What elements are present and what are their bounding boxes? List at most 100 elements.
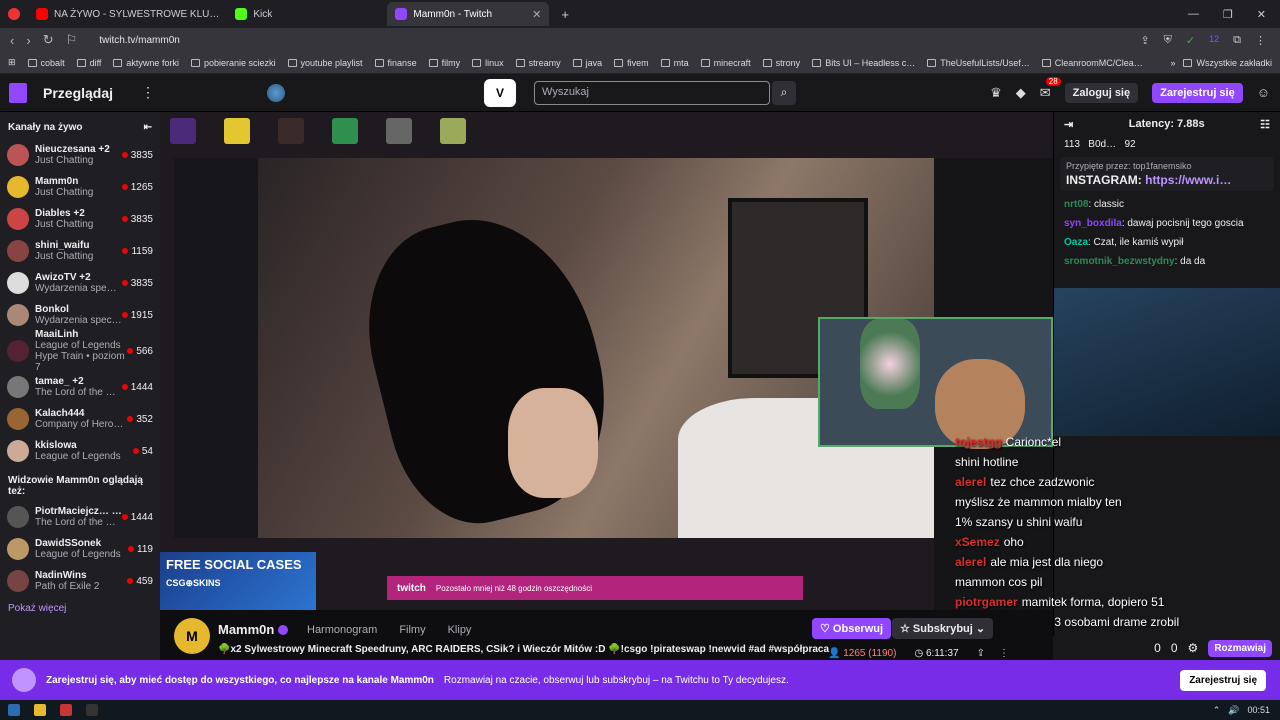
inbox-icon[interactable]: ✉ 28: [1040, 76, 1061, 101]
tab-youtube[interactable]: NA ŻYWO - SYLWESTROWE KLU…: [28, 2, 227, 26]
puzzle-icon[interactable]: ⧉: [1233, 34, 1241, 47]
more-menu-icon[interactable]: ⋮: [141, 84, 155, 101]
bookmark-item[interactable]: filmy: [428, 58, 460, 68]
search-icon[interactable]: ⌕: [772, 80, 797, 105]
globe-icon[interactable]: [267, 83, 286, 102]
bookmark-item[interactable]: diff: [76, 58, 101, 68]
tab-clips[interactable]: Klipy: [448, 624, 472, 636]
bookmark-item[interactable]: linux: [472, 58, 504, 68]
extension-badge[interactable]: 12: [1209, 34, 1219, 47]
chat-username[interactable]: sromotnik_bezwstydny: [1064, 256, 1175, 267]
bits-icon[interactable]: ◆: [1016, 85, 1026, 101]
pinned-message[interactable]: Przypięte przez: top1fanemsiko INSTAGRAM…: [1060, 157, 1274, 191]
new-tab-button[interactable]: +: [561, 7, 569, 22]
channel-avatar[interactable]: M: [174, 618, 210, 654]
bookmark-item[interactable]: aktywne forki: [113, 58, 179, 68]
chat-username[interactable]: syn_boxdila: [1064, 218, 1122, 229]
apps-icon[interactable]: ⊞: [8, 57, 16, 68]
search-input[interactable]: Wyszukaj: [534, 80, 771, 105]
minimize-icon[interactable]: —: [1188, 8, 1199, 21]
bookmark-item[interactable]: cobalt: [27, 58, 65, 68]
browser-taskbar-icon[interactable]: [60, 704, 72, 716]
share-icon[interactable]: ⇪: [1140, 34, 1149, 47]
close-tab-icon[interactable]: ✕: [532, 8, 541, 21]
signup-banner-button[interactable]: Zarejestruj się: [1180, 669, 1266, 691]
bookmark-item[interactable]: java: [572, 58, 602, 68]
check-icon[interactable]: ✓: [1186, 34, 1195, 47]
bookmark-item[interactable]: minecraft: [700, 58, 751, 68]
sidebar-channel[interactable]: DawidSSonek League of Legends 119: [0, 533, 160, 565]
chat-username[interactable]: nrt08: [1064, 199, 1088, 210]
more-bookmarks-icon[interactable]: »: [1170, 58, 1175, 68]
bookmark-item[interactable]: mta: [660, 58, 689, 68]
sidebar-channel[interactable]: Diables +2 Just Chatting 3835: [0, 203, 160, 235]
bookmark-item[interactable]: pobieranie sciezki: [190, 58, 276, 68]
bookmark-item[interactable]: CleanroomMC/Clea…: [1041, 58, 1143, 68]
crown-icon[interactable]: ♛: [990, 85, 1002, 101]
channel-avatar: [7, 538, 29, 560]
sidebar-channel[interactable]: Bonkol Wydarzenia spec… 1915: [0, 299, 160, 331]
folder-icon: [614, 58, 624, 67]
bookmark-icon[interactable]: ⚐: [66, 32, 78, 48]
forward-icon[interactable]: ›: [26, 33, 30, 48]
sidebar-channel[interactable]: Nieuczesana +2 Just Chatting 3835: [0, 139, 160, 171]
share-icon[interactable]: ⇪: [977, 648, 985, 659]
sidebar-channel[interactable]: NadinWins Path of Exile 2 459: [0, 565, 160, 597]
login-button[interactable]: Zaloguj się: [1064, 82, 1139, 103]
tab-kick[interactable]: Kick: [227, 2, 387, 26]
channel-name: kkislowa: [35, 440, 77, 451]
collapse-chat-icon[interactable]: ⇥: [1064, 118, 1073, 131]
url-field[interactable]: twitch.tv/mamm0n: [99, 35, 180, 46]
sidebar-channel[interactable]: MaaiLinh League of Legends Hype Train • po…: [0, 329, 160, 373]
collapse-sidebar-icon[interactable]: ⇤: [144, 122, 152, 133]
settings-icon[interactable]: ⚙: [1188, 641, 1199, 655]
chat-button[interactable]: Rozmawiaj: [1208, 639, 1272, 657]
browser-menu-icon[interactable]: [8, 8, 20, 20]
shield-icon[interactable]: ⛨: [1164, 34, 1172, 47]
chat-username[interactable]: Oaza: [1064, 237, 1088, 248]
windows-start-icon[interactable]: [8, 704, 20, 716]
browse-link[interactable]: Przeglądaj: [43, 85, 113, 101]
bookmark-item[interactable]: streamy: [515, 58, 561, 68]
bookmark-item[interactable]: youtube playlist: [287, 58, 363, 68]
user-icon[interactable]: ☺: [1257, 85, 1270, 100]
tab-twitch[interactable]: Mamm0n - Twitch ✕: [387, 2, 550, 26]
tray-icon[interactable]: ⌃: [1213, 705, 1221, 716]
twitch-logo-icon[interactable]: [9, 82, 27, 103]
users-icon[interactable]: ☷: [1260, 118, 1270, 131]
show-more-link[interactable]: Pokaż więcej: [0, 597, 160, 620]
file-explorer-icon[interactable]: [34, 704, 46, 716]
bookmark-item[interactable]: TheUsefulLists/Usef…: [927, 58, 1030, 68]
reload-icon[interactable]: ↻: [43, 32, 54, 48]
app-taskbar-icon[interactable]: [86, 704, 98, 716]
sidebar-channel[interactable]: AwizoTV +2 Wydarzenia spe… 3835: [0, 267, 160, 299]
sidebar-channel[interactable]: Mamm0n Just Chatting 1265: [0, 171, 160, 203]
maximize-icon[interactable]: ❐: [1223, 8, 1233, 21]
tab-schedule[interactable]: Harmonogram: [307, 624, 377, 636]
signup-button[interactable]: Zarejestruj się: [1152, 82, 1243, 103]
sidebar-channel[interactable]: kkislowa League of Legends 54: [0, 435, 160, 467]
back-icon[interactable]: ‹: [10, 33, 14, 48]
tab-videos[interactable]: Filmy: [399, 624, 425, 636]
follow-button[interactable]: ♡ Obserwuj: [812, 618, 892, 639]
subscribe-button[interactable]: ☆ Subskrybuj ⌄: [892, 618, 994, 639]
channel-name[interactable]: Mamm0n: [218, 622, 274, 637]
chat-message: syn_boxdila: dawaj pocisnij tego goscia: [1054, 214, 1280, 233]
site-logo-icon[interactable]: V: [484, 78, 517, 107]
sponsor-promo[interactable]: FREE SOCIAL CASES CSG⊕SKINS: [160, 552, 316, 610]
close-window-icon[interactable]: ✕: [1257, 8, 1266, 21]
menu-icon[interactable]: ⋮: [1255, 34, 1266, 47]
pinned-link[interactable]: https://www.i…: [1145, 173, 1231, 187]
video-player[interactable]: FREE SOCIAL CASES CSG⊕SKINS twitch Pozos…: [160, 112, 1053, 610]
sidebar-channel[interactable]: tamae_ +2 The Lord of the … 1444: [0, 371, 160, 403]
sidebar-channel[interactable]: PiotrMaciejcz… +2 The Lord of the … 1444: [0, 501, 160, 533]
more-options-icon[interactable]: ⋮: [999, 648, 1009, 659]
sidebar-channel[interactable]: Kalach444 Company of Hero… 352: [0, 403, 160, 435]
volume-icon[interactable]: 🔊: [1228, 705, 1239, 716]
sidebar-channel[interactable]: shini_waifu Just Chatting 1159: [0, 235, 160, 267]
bookmark-item[interactable]: finanse: [374, 58, 417, 68]
all-bookmarks[interactable]: Wszystkie zakładki: [1183, 58, 1272, 68]
bookmark-item[interactable]: strony: [762, 58, 800, 68]
bookmark-item[interactable]: fivem: [614, 58, 649, 68]
bookmark-item[interactable]: Bits UI – Headless c…: [812, 58, 915, 68]
